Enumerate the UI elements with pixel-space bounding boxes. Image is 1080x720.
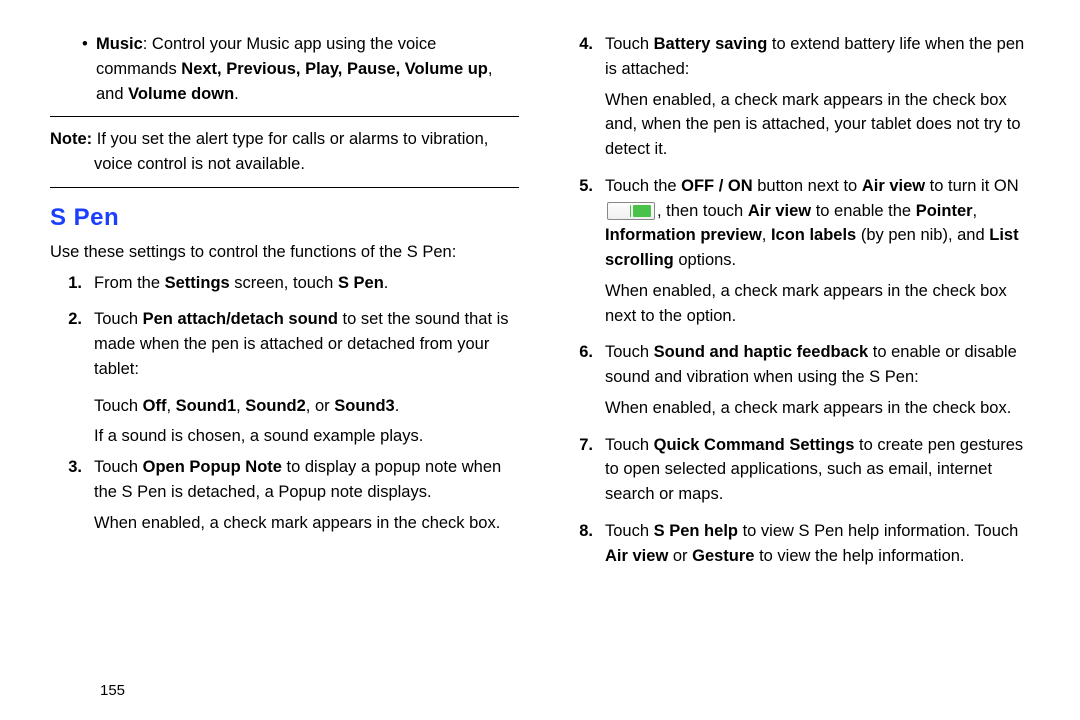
s2s-t8: Sound3: [334, 397, 395, 415]
s5-t8: to enable the: [811, 202, 916, 220]
s8-t3: to view S Pen help information. Touch: [738, 522, 1018, 540]
intro-text: Use these settings to control the functi…: [50, 240, 519, 265]
s4-t2: Battery saving: [654, 35, 768, 53]
step-3-body: Touch Open Popup Note to display a popup…: [94, 455, 519, 541]
step-4-body: Touch Battery saving to extend battery l…: [605, 32, 1030, 168]
step-5-body: Touch the OFF / ON button next to Air vi…: [605, 174, 1030, 335]
step-2-number: 2.: [50, 307, 94, 387]
step-7-body: Touch Quick Command Settings to create p…: [605, 433, 1030, 513]
s1-t5: .: [384, 274, 389, 292]
s3-t1: Touch: [94, 458, 143, 476]
s8-t1: Touch: [605, 522, 654, 540]
s5-sub-text: When enabled, a check mark appears in th…: [605, 279, 1030, 329]
note-label: Note:: [50, 130, 92, 148]
s5-t14: (by pen nib), and: [856, 226, 989, 244]
step-2-body: Touch Pen attach/detach sound to set the…: [94, 307, 519, 387]
s5-t6: , then touch: [657, 202, 748, 220]
s8-t2: S Pen help: [654, 522, 738, 540]
step-8: 8. Touch S Pen help to view S Pen help i…: [561, 519, 1030, 575]
s5-t3: button next to: [753, 177, 862, 195]
s2s-t2: Off: [143, 397, 167, 415]
s8-t4: Air view: [605, 547, 668, 565]
step-1-number: 1.: [50, 271, 94, 302]
s5-t16: options.: [674, 251, 736, 269]
s5-t5: to turn it ON: [925, 177, 1019, 195]
s5-t10: ,: [973, 202, 978, 220]
step-8-number: 8.: [561, 519, 605, 575]
s5-t12: ,: [762, 226, 771, 244]
note-block: Note: If you set the alert type for call…: [50, 127, 519, 177]
s2-sub2-text: If a sound is chosen, a sound example pl…: [94, 424, 519, 449]
s5-t9: Pointer: [916, 202, 973, 220]
s6-t1: Touch: [605, 343, 654, 361]
music-label: Music: [96, 35, 143, 53]
s1-t2: Settings: [165, 274, 230, 292]
section-heading: S Pen: [50, 200, 519, 236]
step-6-body: Touch Sound and haptic feedback to enabl…: [605, 340, 1030, 426]
s5-t2: OFF / ON: [681, 177, 753, 195]
step-4-number: 4.: [561, 32, 605, 168]
s1-t1: From the: [94, 274, 165, 292]
music-period: .: [234, 85, 239, 103]
s2s-t4: Sound1: [176, 397, 237, 415]
s2-t1: Touch: [94, 310, 143, 328]
step-2: 2. Touch Pen attach/detach sound to set …: [50, 307, 519, 387]
page-number: 155: [100, 680, 125, 703]
s5-t4: Air view: [862, 177, 925, 195]
step-1: 1. From the Settings screen, touch S Pen…: [50, 271, 519, 302]
s6-sub-text: When enabled, a check mark appears in th…: [605, 396, 1030, 421]
s1-t4: S Pen: [338, 274, 384, 292]
s3-t2: Open Popup Note: [143, 458, 282, 476]
divider-bottom: [50, 187, 519, 188]
divider-top: [50, 116, 519, 117]
s5-t7: Air view: [748, 202, 811, 220]
s6-t2: Sound and haptic feedback: [654, 343, 869, 361]
s2s-t6: Sound2: [245, 397, 306, 415]
bullet-dot-icon: •: [82, 32, 96, 57]
step-2-sub: Touch Off, Sound1, Sound2, or Sound3. If…: [50, 394, 519, 450]
s2s-t9: .: [395, 397, 400, 415]
s8-t7: to view the help information.: [754, 547, 964, 565]
s7-t2: Quick Command Settings: [654, 436, 855, 454]
right-column: 4. Touch Battery saving to extend batter…: [561, 32, 1030, 660]
s2s-t7: , or: [306, 397, 334, 415]
page-content: •Music: Control your Music app using the…: [0, 0, 1080, 660]
step-6-number: 6.: [561, 340, 605, 426]
s2s-t1: Touch: [94, 397, 143, 415]
music-commands: Next, Previous, Play, Pause, Volume up: [181, 60, 488, 78]
s8-t5: or: [668, 547, 692, 565]
step-7: 7. Touch Quick Command Settings to creat…: [561, 433, 1030, 513]
left-column: •Music: Control your Music app using the…: [50, 32, 519, 660]
step-4: 4. Touch Battery saving to extend batter…: [561, 32, 1030, 168]
s4-t1: Touch: [605, 35, 654, 53]
note-text: If you set the alert type for calls or a…: [92, 130, 488, 173]
s5-t11: Information preview: [605, 226, 762, 244]
s2s-t5: ,: [236, 397, 245, 415]
music-bullet: •Music: Control your Music app using the…: [50, 32, 519, 106]
s2-t2: Pen attach/detach sound: [143, 310, 338, 328]
music-last-command: Volume down: [128, 85, 234, 103]
step-3: 3. Touch Open Popup Note to display a po…: [50, 455, 519, 541]
step-6: 6. Touch Sound and haptic feedback to en…: [561, 340, 1030, 426]
step-5-number: 5.: [561, 174, 605, 335]
toggle-on-icon: [607, 202, 655, 220]
s2s-t3: ,: [166, 397, 175, 415]
step-8-body: Touch S Pen help to view S Pen help info…: [605, 519, 1030, 575]
s8-t6: Gesture: [692, 547, 754, 565]
step-5: 5. Touch the OFF / ON button next to Air…: [561, 174, 1030, 335]
s5-t1: Touch the: [605, 177, 681, 195]
s3-sub-text: When enabled, a check mark appears in th…: [94, 511, 519, 536]
s5-t13: Icon labels: [771, 226, 856, 244]
step-3-number: 3.: [50, 455, 94, 541]
s7-t1: Touch: [605, 436, 654, 454]
step-7-number: 7.: [561, 433, 605, 513]
s1-t3: screen, touch: [230, 274, 338, 292]
s4-sub-text: When enabled, a check mark appears in th…: [605, 88, 1030, 162]
step-1-body: From the Settings screen, touch S Pen.: [94, 271, 519, 302]
